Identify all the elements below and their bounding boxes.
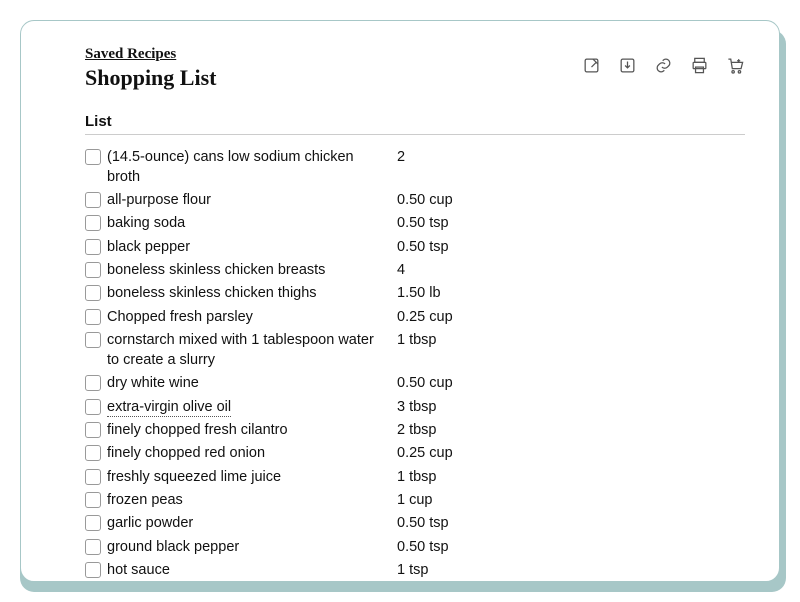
- list-item: ground black pepper 0.50 tsp: [85, 535, 745, 558]
- list-item: freshly squeezed lime juice 1 tbsp: [85, 465, 745, 488]
- item-name: frozen peas: [107, 492, 183, 508]
- item-checkbox[interactable]: [85, 262, 101, 278]
- item-name: boneless skinless chicken breasts: [107, 262, 325, 278]
- item-name: finely chopped fresh cilantro: [107, 422, 288, 438]
- item-name[interactable]: extra-virgin olive oil: [107, 399, 231, 417]
- cart-icon[interactable]: [725, 55, 745, 75]
- breadcrumb-saved-recipes[interactable]: Saved Recipes: [85, 46, 176, 63]
- list-item: all-purpose flour 0.50 cup: [85, 189, 745, 212]
- list-item: boneless skinless chicken thighs 1.50 lb: [85, 282, 745, 305]
- item-checkbox[interactable]: [85, 562, 101, 578]
- download-icon[interactable]: [617, 55, 637, 75]
- list-item: dry white wine 0.50 cup: [85, 372, 745, 395]
- list-item: black pepper 0.50 tsp: [85, 235, 745, 258]
- item-checkbox[interactable]: [85, 539, 101, 555]
- list-item: extra-virgin olive oil 3 tbsp: [85, 395, 745, 418]
- item-quantity: 3 tbsp: [397, 397, 745, 417]
- item-quantity: 0.50 cup: [397, 190, 745, 210]
- header: Saved Recipes Shopping List: [85, 45, 745, 91]
- item-quantity: 0.50 cup: [397, 373, 745, 393]
- item-name: all-purpose flour: [107, 192, 211, 208]
- page-title: Shopping List: [85, 65, 216, 91]
- list-item: hot sauce 1 tsp: [85, 558, 745, 581]
- item-name: freshly squeezed lime juice: [107, 469, 281, 485]
- list-item: frozen peas 1 cup: [85, 488, 745, 511]
- item-quantity: 1 tsp: [397, 560, 745, 580]
- shopping-list: (14.5-ounce) cans low sodium chicken bro…: [85, 145, 745, 582]
- item-name: dry white wine: [107, 375, 199, 391]
- item-checkbox[interactable]: [85, 239, 101, 255]
- print-icon[interactable]: [689, 55, 709, 75]
- item-quantity: 1 cup: [397, 490, 745, 510]
- list-item: finely chopped fresh cilantro 2 tbsp: [85, 419, 745, 442]
- item-checkbox[interactable]: [85, 149, 101, 165]
- item-quantity: 1 tbsp: [397, 467, 745, 487]
- item-quantity: 0.50 tsp: [397, 213, 745, 233]
- section-heading: List: [85, 113, 745, 130]
- link-icon[interactable]: [653, 55, 673, 75]
- item-name: baking soda: [107, 215, 185, 231]
- item-checkbox[interactable]: [85, 309, 101, 325]
- item-quantity: 0.50 tsp: [397, 513, 745, 533]
- section-divider: [85, 134, 745, 135]
- item-quantity: 0.25 cup: [397, 443, 745, 463]
- item-name: cornstarch mixed with 1 tablespoon water…: [107, 332, 374, 368]
- item-checkbox[interactable]: [85, 192, 101, 208]
- item-checkbox[interactable]: [85, 515, 101, 531]
- item-name: garlic powder: [107, 515, 193, 531]
- item-quantity: 0.50 tsp: [397, 237, 745, 257]
- item-checkbox[interactable]: [85, 215, 101, 231]
- item-quantity: 4: [397, 260, 745, 280]
- item-name: ground black pepper: [107, 539, 239, 555]
- item-checkbox[interactable]: [85, 285, 101, 301]
- item-checkbox[interactable]: [85, 332, 101, 348]
- item-name: boneless skinless chicken thighs: [107, 285, 317, 301]
- list-item: garlic powder 0.50 tsp: [85, 512, 745, 535]
- list-item: (14.5-ounce) cans low sodium chicken bro…: [85, 145, 745, 189]
- list-item: baking soda 0.50 tsp: [85, 212, 745, 235]
- item-quantity: 0.50 tsp: [397, 537, 745, 557]
- item-quantity: 1.50 lb: [397, 283, 745, 303]
- list-item: boneless skinless chicken breasts 4: [85, 258, 745, 281]
- shopping-list-card: Saved Recipes Shopping List: [20, 20, 780, 582]
- item-quantity: 0.25 cup: [397, 307, 745, 327]
- item-checkbox[interactable]: [85, 492, 101, 508]
- item-name: finely chopped red onion: [107, 445, 265, 461]
- item-quantity: 1 tbsp: [397, 330, 745, 350]
- item-quantity: 2 tbsp: [397, 420, 745, 440]
- toolbar: [581, 45, 745, 75]
- list-item: cornstarch mixed with 1 tablespoon water…: [85, 328, 745, 372]
- item-quantity: 2: [397, 147, 745, 167]
- item-name: black pepper: [107, 239, 190, 255]
- item-checkbox[interactable]: [85, 469, 101, 485]
- item-name: Chopped fresh parsley: [107, 309, 253, 325]
- item-checkbox[interactable]: [85, 399, 101, 415]
- item-checkbox[interactable]: [85, 375, 101, 391]
- edit-icon[interactable]: [581, 55, 601, 75]
- item-checkbox[interactable]: [85, 445, 101, 461]
- list-item: Chopped fresh parsley 0.25 cup: [85, 305, 745, 328]
- item-name: (14.5-ounce) cans low sodium chicken bro…: [107, 149, 354, 185]
- list-item: finely chopped red onion 0.25 cup: [85, 442, 745, 465]
- item-checkbox[interactable]: [85, 422, 101, 438]
- item-name: hot sauce: [107, 562, 170, 578]
